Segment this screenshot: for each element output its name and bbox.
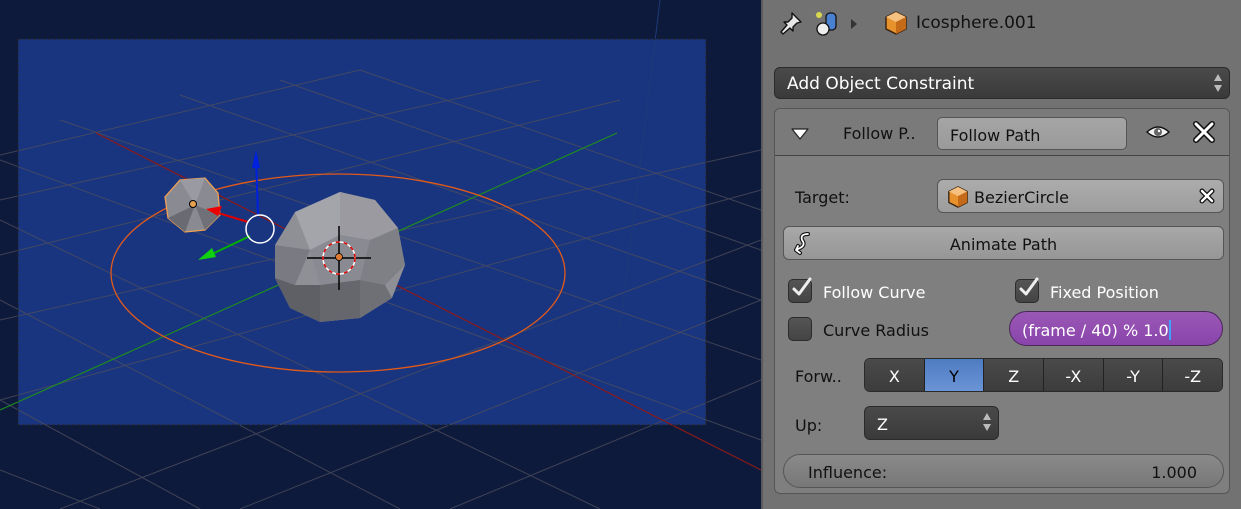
forward-axis-x[interactable]: X (865, 359, 925, 391)
fixed-position-label: Fixed Position (1050, 283, 1159, 302)
target-label: Target: (795, 188, 850, 207)
animate-path-button[interactable]: Animate Path (783, 226, 1224, 260)
add-constraint-label: Add Object Constraint (787, 74, 975, 94)
properties-panel: Icosphere.001 Add Object Constraint Foll… (763, 0, 1241, 509)
checkmark-icon (792, 277, 812, 296)
object-data-icon[interactable] (813, 9, 841, 37)
breadcrumb-arrow-icon (851, 19, 857, 29)
3d-viewport[interactable] (0, 0, 761, 509)
up-down-arrows-icon (983, 413, 991, 431)
target-field[interactable]: BezierCircle (937, 179, 1224, 213)
offset-driver-expression-field[interactable]: (frame / 40) % 1.0 (1009, 311, 1223, 346)
up-down-arrows-icon (1214, 74, 1222, 92)
influence-slider[interactable]: Influence: 1.000 (783, 454, 1224, 488)
animate-path-icon (794, 232, 810, 255)
eye-icon[interactable] (1146, 124, 1170, 140)
forward-axis-neg-z[interactable]: -Z (1163, 359, 1222, 391)
target-value: BezierCircle (974, 188, 1070, 207)
object-name: Icosphere.001 (916, 13, 1037, 33)
forward-axis-neg-x[interactable]: -X (1044, 359, 1104, 391)
text-caret (1168, 320, 1171, 340)
delete-constraint-icon[interactable] (1193, 121, 1215, 143)
fixed-position-checkbox[interactable] (1015, 277, 1039, 303)
viewport-scene[interactable] (0, 0, 761, 509)
curve-radius-label: Curve Radius (823, 321, 929, 340)
constraint-type-label: Follow P.. (843, 124, 916, 143)
constraint-name-field[interactable]: Follow Path (937, 117, 1127, 150)
forward-axis-neg-y[interactable]: -Y (1103, 359, 1164, 391)
object-origin (189, 200, 197, 208)
properties-header: Icosphere.001 (763, 0, 1241, 50)
forward-axis-z[interactable]: Z (984, 359, 1045, 391)
up-axis-dropdown[interactable]: Z (864, 406, 999, 440)
animate-path-label: Animate Path (949, 235, 1058, 254)
up-axis-value: Z (877, 415, 888, 434)
influence-label: Influence: (808, 463, 888, 482)
up-axis-label: Up: (795, 416, 823, 435)
influence-value: 1.000 (1151, 463, 1197, 482)
clear-target-icon[interactable] (1199, 188, 1215, 204)
follow-curve-label: Follow Curve (823, 283, 926, 302)
pin-icon[interactable] (778, 10, 804, 36)
forward-axis-label: Forw.. (795, 367, 842, 386)
collapse-triangle-icon[interactable] (791, 128, 809, 140)
follow-curve-checkbox[interactable] (788, 277, 812, 303)
follow-path-constraint-panel: Follow P.. Follow Path Target: BezierCir… (774, 108, 1230, 494)
curve-radius-checkbox[interactable] (788, 317, 812, 341)
forward-axis-y[interactable]: Y (924, 359, 985, 391)
object-cube-icon (885, 11, 907, 35)
expression-text: (frame / 40) % 1.0 (1022, 321, 1169, 340)
checkmark-icon (1019, 277, 1039, 296)
add-object-constraint-dropdown[interactable]: Add Object Constraint (774, 67, 1230, 99)
object-cube-icon (948, 186, 968, 208)
forward-axis-selector: X Y Z -X -Y -Z (864, 358, 1223, 392)
constraint-header: Follow P.. Follow Path (775, 109, 1229, 156)
